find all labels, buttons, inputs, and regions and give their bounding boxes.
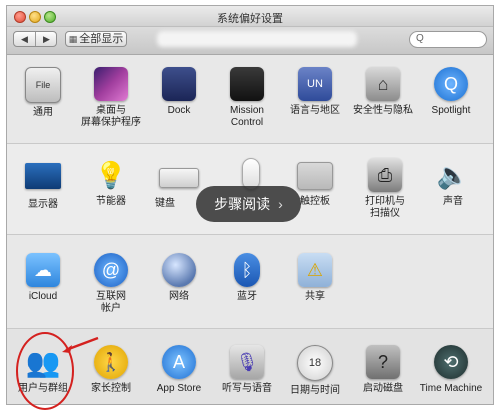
pref-bluetooth[interactable]: ᛒ 蓝牙 [215, 253, 279, 303]
pref-label: 显示器 [28, 199, 58, 210]
pref-sharing[interactable]: ⚠ 共享 [283, 253, 347, 303]
back-button[interactable]: ◀ [14, 32, 36, 46]
pref-label: Time Machine [419, 383, 483, 394]
title-bar: 系统偏好设置 [7, 6, 493, 27]
printer-icon: ⎙ [368, 158, 402, 192]
pref-label: 通用 [33, 107, 53, 118]
pref-time-machine[interactable]: ⟲ Time Machine [419, 345, 483, 395]
trackpad-icon [297, 162, 333, 190]
pref-label: Dock [167, 105, 191, 116]
blurred-region [157, 31, 357, 47]
pref-label: 安全性与隐私 [353, 105, 413, 116]
section-personal: File 通用 桌面与 屏幕保护程序 Dock Mission Control … [7, 55, 493, 144]
icloud-icon: ☁ [26, 253, 60, 287]
desktop-icon [94, 67, 128, 101]
internet-accounts-icon: @ [94, 253, 128, 287]
sound-icon: 🔈 [436, 159, 470, 190]
pref-printers-scanners[interactable]: ⎙ 打印机与 扫描仪 [353, 158, 417, 220]
pref-dock[interactable]: Dock [147, 67, 211, 117]
search-icon: Q [416, 33, 424, 44]
sharing-icon: ⚠ [298, 253, 332, 287]
pref-label: App Store [156, 383, 202, 394]
pref-displays[interactable]: 显示器 [11, 158, 75, 211]
pref-label: 家长控制 [91, 383, 131, 394]
nav-segment: ◀ ▶ [13, 31, 57, 47]
chevron-right-icon: › [278, 196, 283, 212]
pref-label: 共享 [305, 291, 325, 302]
bluetooth-icon: ᛒ [234, 253, 260, 287]
pref-label: Spotlight [431, 105, 471, 116]
toolbar: ◀ ▶ ▦ 全部显示 Q [7, 27, 493, 55]
forward-button[interactable]: ▶ [36, 32, 57, 46]
pref-startup-disk[interactable]: ? 启动磁盘 [351, 345, 415, 395]
show-all-label: 全部显示 [79, 33, 124, 45]
pref-label: 启动磁盘 [363, 383, 403, 394]
date-time-icon: 18 [297, 345, 333, 381]
grid-icon: ▦ [68, 34, 78, 44]
dock-icon [162, 67, 196, 101]
pref-label: 互联网 帐户 [96, 291, 126, 314]
startup-disk-icon: ? [366, 345, 400, 379]
pref-label: 日期与时间 [290, 385, 340, 396]
pref-app-store[interactable]: A App Store [147, 345, 211, 395]
pref-general[interactable]: File 通用 [11, 67, 75, 119]
pref-date-time[interactable]: 18 日期与时间 [283, 345, 347, 397]
show-all-button[interactable]: ▦ 全部显示 [65, 31, 127, 47]
general-icon: File [25, 67, 61, 103]
pref-label: 桌面与 屏幕保护程序 [81, 105, 141, 128]
dictation-icon: 🎙 [230, 345, 264, 379]
pref-energy-saver[interactable]: 💡 节能器 [79, 158, 143, 208]
window-title: 系统偏好设置 [217, 13, 283, 25]
pref-mission-control[interactable]: Mission Control [215, 67, 279, 129]
pref-security-privacy[interactable]: ⌂ 安全性与隐私 [351, 67, 415, 117]
pref-internet-accounts[interactable]: @ 互联网 帐户 [79, 253, 143, 315]
pref-label: 节能器 [96, 196, 126, 207]
overlay-label: 步骤阅读 [214, 196, 271, 212]
step-reading-overlay[interactable]: 步骤阅读 › [196, 186, 301, 222]
network-icon [162, 253, 196, 287]
security-icon: ⌂ [366, 67, 400, 101]
pref-label: Mission Control [230, 105, 264, 128]
pref-label: 听写与语音 [222, 383, 272, 394]
pref-label: 声音 [443, 196, 463, 207]
pref-label: 蓝牙 [237, 291, 257, 302]
pref-label: 打印机与 扫描仪 [365, 196, 405, 219]
pref-spotlight[interactable]: Q Spotlight [419, 67, 483, 117]
energy-saver-icon: 💡 [94, 159, 128, 190]
pref-label: 网络 [169, 291, 189, 302]
spotlight-icon: Q [434, 67, 468, 101]
pref-dictation-speech[interactable]: 🎙 听写与语音 [215, 345, 279, 395]
pref-sound[interactable]: 🔈 声音 [421, 158, 485, 208]
search-field[interactable]: Q [409, 31, 487, 48]
displays-icon [25, 163, 61, 189]
pref-label: iCloud [28, 291, 58, 302]
annotation-arrow-icon [62, 336, 99, 353]
pref-desktop-screensaver[interactable]: 桌面与 屏幕保护程序 [79, 67, 143, 129]
section-internet-wireless: ☁ iCloud @ 互联网 帐户 网络 ᛒ 蓝牙 ⚠ 共享 [7, 235, 493, 329]
keyboard-icon [159, 168, 199, 188]
pref-label: 语言与地区 [290, 105, 340, 116]
pref-icloud[interactable]: ☁ iCloud [11, 253, 75, 303]
app-store-icon: A [162, 345, 196, 379]
language-region-icon: UN [298, 67, 332, 101]
mission-control-icon [230, 67, 264, 101]
pref-network[interactable]: 网络 [147, 253, 211, 303]
time-machine-icon: ⟲ [434, 345, 468, 379]
pref-language-region[interactable]: UN 语言与地区 [283, 67, 347, 117]
